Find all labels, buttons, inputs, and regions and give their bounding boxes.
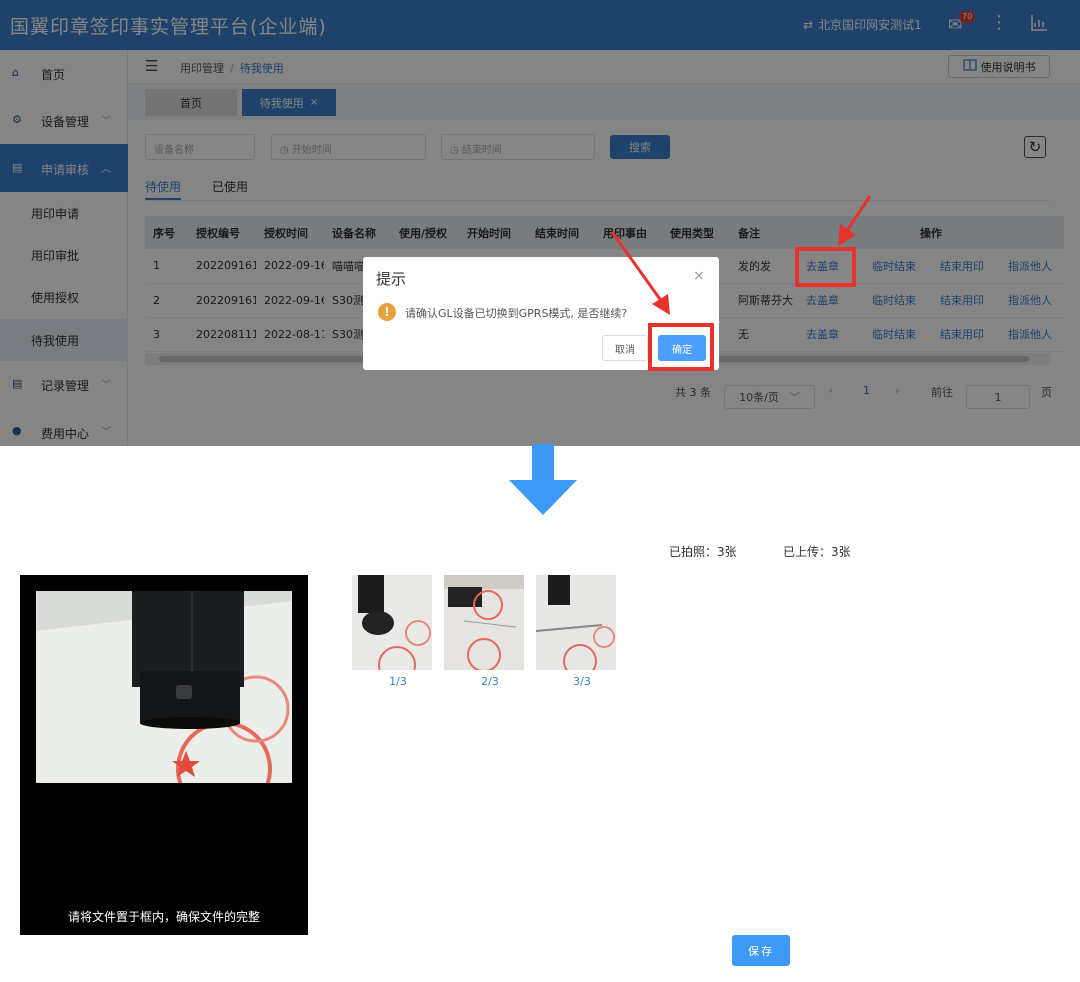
photo-thumbnail[interactable] <box>352 575 432 670</box>
camera-photo <box>36 591 292 783</box>
camera-preview: 请将文件置于框内，确保文件的完整 <box>20 575 308 935</box>
annotation-arrows <box>610 195 872 315</box>
uploaded-count: 已上传：3张 <box>783 545 851 559</box>
arrow-to-confirm <box>610 231 664 303</box>
arrow-to-stamp <box>844 195 872 233</box>
arrow-head-confirm <box>652 294 670 315</box>
thumb-label: 1/3 <box>389 675 407 688</box>
down-arrow-icon <box>509 444 577 515</box>
arrow-head-stamp <box>838 224 856 246</box>
camera-hint: 请将文件置于框内，确保文件的完整 <box>67 910 260 924</box>
thumb-label: 3/3 <box>573 675 591 688</box>
photo-thumbnail[interactable] <box>536 575 616 670</box>
photographed-count: 已拍照：3张 <box>669 545 737 559</box>
admin-screenshot: 国翼印章签印事实管理平台(企业端) ⇄ 北京国印网安测试1 ✉ 70 ⋮ ⌂ 首… <box>0 0 1080 446</box>
photo-thumbnail[interactable] <box>444 575 524 670</box>
thumb-label: 2/3 <box>481 675 499 688</box>
save-button[interactable]: 保存 <box>732 935 790 966</box>
